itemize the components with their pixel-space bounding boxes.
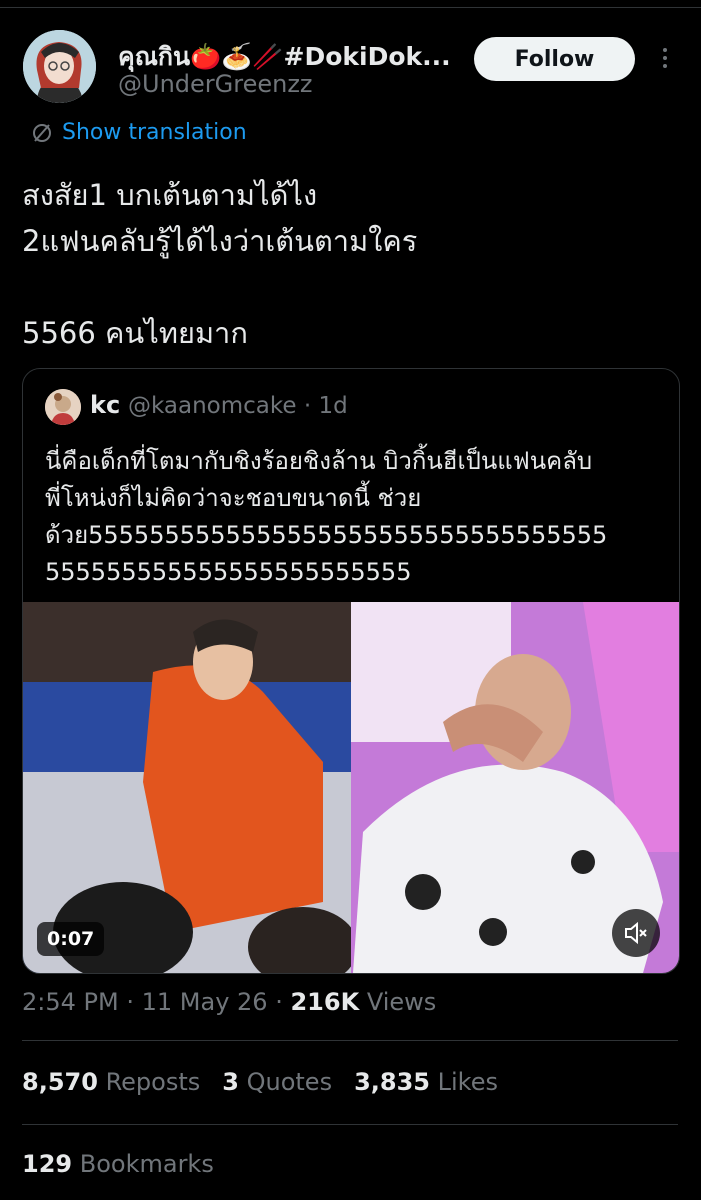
follow-button[interactable]: Follow	[474, 37, 635, 81]
stats-divider-top	[22, 1040, 678, 1041]
engagement-stats: 8,570 Reposts 3 Quotes 3,835 Likes	[22, 1068, 498, 1096]
bookmarks-stat[interactable]: 129 Bookmarks	[22, 1150, 214, 1178]
quoted-tweet[interactable]: kc @kaanomcake · 1d นี่คือเด็กที่โตมากับ…	[22, 368, 680, 974]
quotes-label: Quotes	[246, 1068, 333, 1096]
more-options-icon[interactable]	[655, 44, 675, 76]
show-translation-label: Show translation	[62, 120, 247, 145]
likes-stat[interactable]: 3,835 Likes	[354, 1068, 498, 1096]
quoted-author-name: kc	[90, 391, 121, 419]
quoted-author-avatar	[45, 389, 81, 425]
stats-divider-bottom	[22, 1124, 678, 1125]
show-translation-link[interactable]: Show translation	[30, 120, 247, 145]
reposts-count: 8,570	[22, 1068, 98, 1096]
author-handle[interactable]: @UnderGreenzz	[118, 70, 313, 98]
views-count: 216K	[290, 988, 360, 1016]
quoted-tweet-text: นี่คือเด็กที่โตมากับชิงร้อยชิงล้าน บิวกิ…	[45, 447, 608, 586]
video-duration-badge: 0:07	[37, 922, 105, 956]
reposts-label: Reposts	[105, 1068, 201, 1096]
reposts-stat[interactable]: 8,570 Reposts	[22, 1068, 200, 1096]
mute-button[interactable]	[612, 909, 660, 957]
quotes-count: 3	[222, 1068, 239, 1096]
tweet-time[interactable]: 2:54 PM	[22, 988, 119, 1016]
quotes-stat[interactable]: 3 Quotes	[222, 1068, 332, 1096]
bookmarks-count: 129	[22, 1150, 73, 1178]
bookmarks-label: Bookmarks	[79, 1150, 214, 1178]
tweet-meta: 2:54 PM · 11 May 26 · 216K Views	[22, 988, 437, 1016]
author-avatar[interactable]	[23, 30, 96, 103]
tweet-date[interactable]: 11 May 26	[142, 988, 268, 1016]
likes-count: 3,835	[354, 1068, 430, 1096]
tweet-text: สงสัย1 บกเต้นตามได้ไง 2แฟนคลับรู้ได้ไงว่…	[22, 178, 418, 350]
translate-icon	[33, 123, 51, 142]
muted-speaker-icon	[625, 921, 647, 945]
top-divider	[0, 7, 701, 8]
likes-label: Likes	[437, 1068, 498, 1096]
video-thumbnail	[23, 602, 679, 973]
quoted-video[interactable]: 0:07	[23, 602, 679, 973]
quoted-author-handle-time: @kaanomcake · 1d	[128, 393, 348, 419]
views-label: Views	[366, 988, 437, 1016]
